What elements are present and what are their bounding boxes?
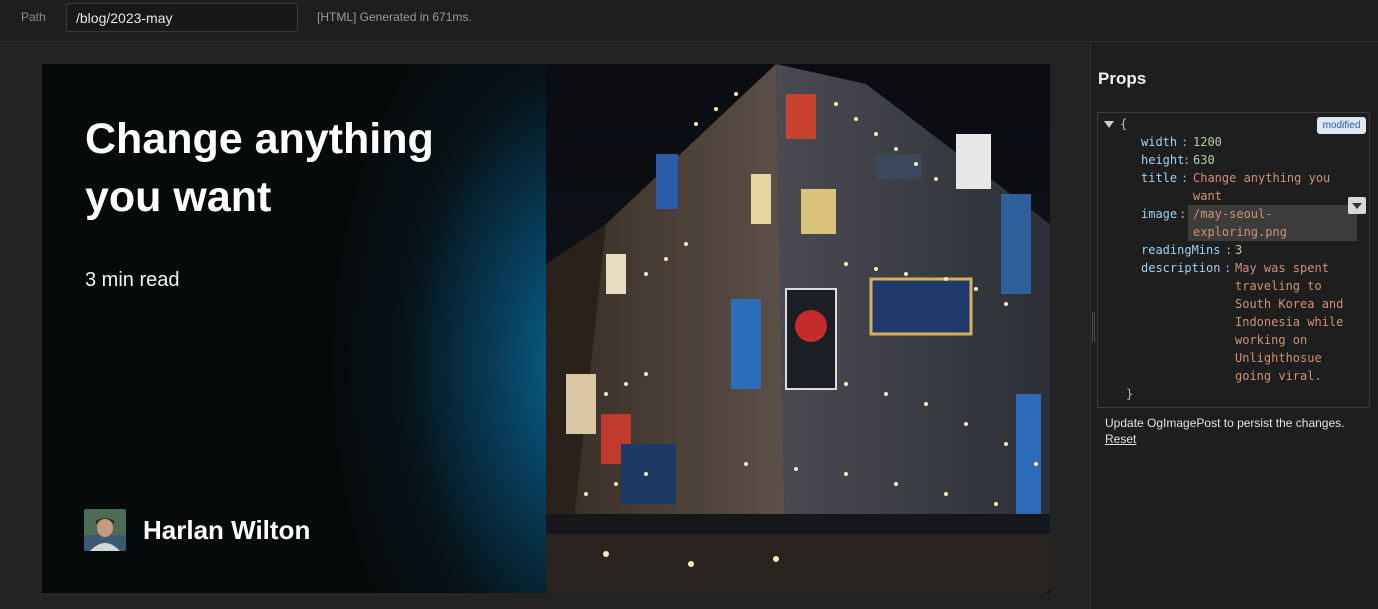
prop-key-image: image bbox=[1141, 207, 1178, 221]
prop-colon: : bbox=[1183, 153, 1191, 167]
top-bar: Path [HTML] Generated in 671ms. bbox=[0, 0, 1378, 42]
close-brace: } bbox=[1126, 387, 1134, 401]
og-author-name: Harlan Wilton bbox=[143, 515, 311, 545]
prop-value-description[interactable]: May was spent traveling to South Korea a… bbox=[1235, 259, 1353, 385]
panel-divider bbox=[1090, 43, 1091, 609]
prop-colon: : bbox=[1181, 171, 1189, 185]
prop-value-image[interactable]: /may-seoul-exploring.png bbox=[1188, 205, 1357, 241]
author-avatar bbox=[84, 509, 126, 551]
chevron-down-icon[interactable] bbox=[1348, 197, 1366, 214]
prop-value-width[interactable]: 1200 bbox=[1193, 133, 1222, 151]
prop-colon: : bbox=[1181, 135, 1189, 149]
persist-hint: Update OgImagePost to persist the change… bbox=[1105, 416, 1345, 430]
generation-status: [HTML] Generated in 671ms. bbox=[317, 10, 472, 24]
prop-key-title: title bbox=[1141, 171, 1178, 185]
path-label: Path bbox=[21, 10, 46, 24]
resize-handle[interactable] bbox=[1092, 312, 1095, 342]
og-reading-time: 3 min read bbox=[85, 269, 180, 291]
og-image-preview: Change anything you want 3 min read Harl… bbox=[42, 64, 1050, 593]
prop-value-readingmins[interactable]: 3 bbox=[1235, 241, 1242, 259]
seoul-building-photo bbox=[546, 64, 1050, 593]
collapse-toggle-icon[interactable] bbox=[1104, 121, 1114, 128]
prop-value-title[interactable]: Change anything you want bbox=[1193, 169, 1343, 205]
prop-key-readingmins: readingMins bbox=[1141, 243, 1221, 257]
prop-key-width: width bbox=[1141, 135, 1178, 149]
open-brace: { bbox=[1120, 117, 1128, 131]
props-heading: Props bbox=[1098, 69, 1147, 88]
path-input[interactable] bbox=[66, 3, 298, 32]
prop-colon: : bbox=[1225, 243, 1233, 257]
prop-key-description: description bbox=[1141, 261, 1221, 275]
og-title: Change anything you want bbox=[85, 115, 434, 221]
modified-badge: modified bbox=[1317, 117, 1366, 134]
prop-value-height[interactable]: 630 bbox=[1193, 151, 1215, 169]
prop-colon: : bbox=[1224, 261, 1232, 275]
reset-link[interactable]: Reset bbox=[1105, 432, 1136, 446]
prop-key-height: height bbox=[1141, 153, 1185, 167]
prop-colon: : bbox=[1179, 207, 1187, 221]
